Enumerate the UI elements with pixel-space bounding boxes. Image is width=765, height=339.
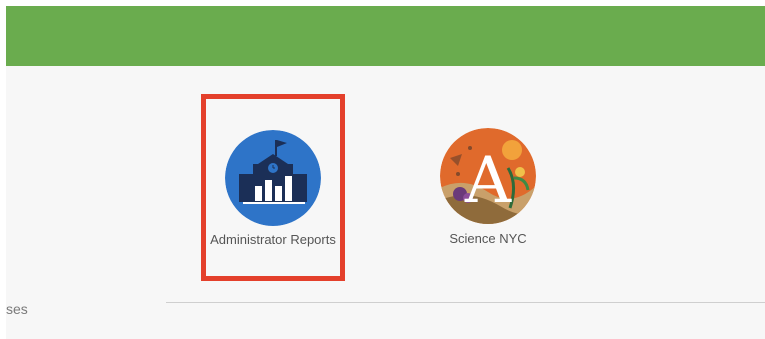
top-header-bar bbox=[6, 6, 765, 66]
sidebar-partial-label[interactable]: ses bbox=[6, 301, 28, 317]
main-content bbox=[6, 66, 765, 339]
science-nyc-logo-icon: A bbox=[440, 128, 536, 224]
app-tile-science-nyc[interactable]: A Science NYC bbox=[418, 128, 558, 258]
section-divider bbox=[166, 302, 765, 303]
science-nyc-letter: A bbox=[464, 144, 512, 218]
school-reports-icon bbox=[225, 130, 321, 226]
app-label-administrator-reports: Administrator Reports bbox=[210, 232, 336, 247]
page: Administrator Reports A Science NYC ses bbox=[0, 0, 765, 339]
app-tile-administrator-reports[interactable]: Administrator Reports bbox=[201, 94, 345, 281]
app-label-science-nyc: Science NYC bbox=[449, 231, 527, 246]
